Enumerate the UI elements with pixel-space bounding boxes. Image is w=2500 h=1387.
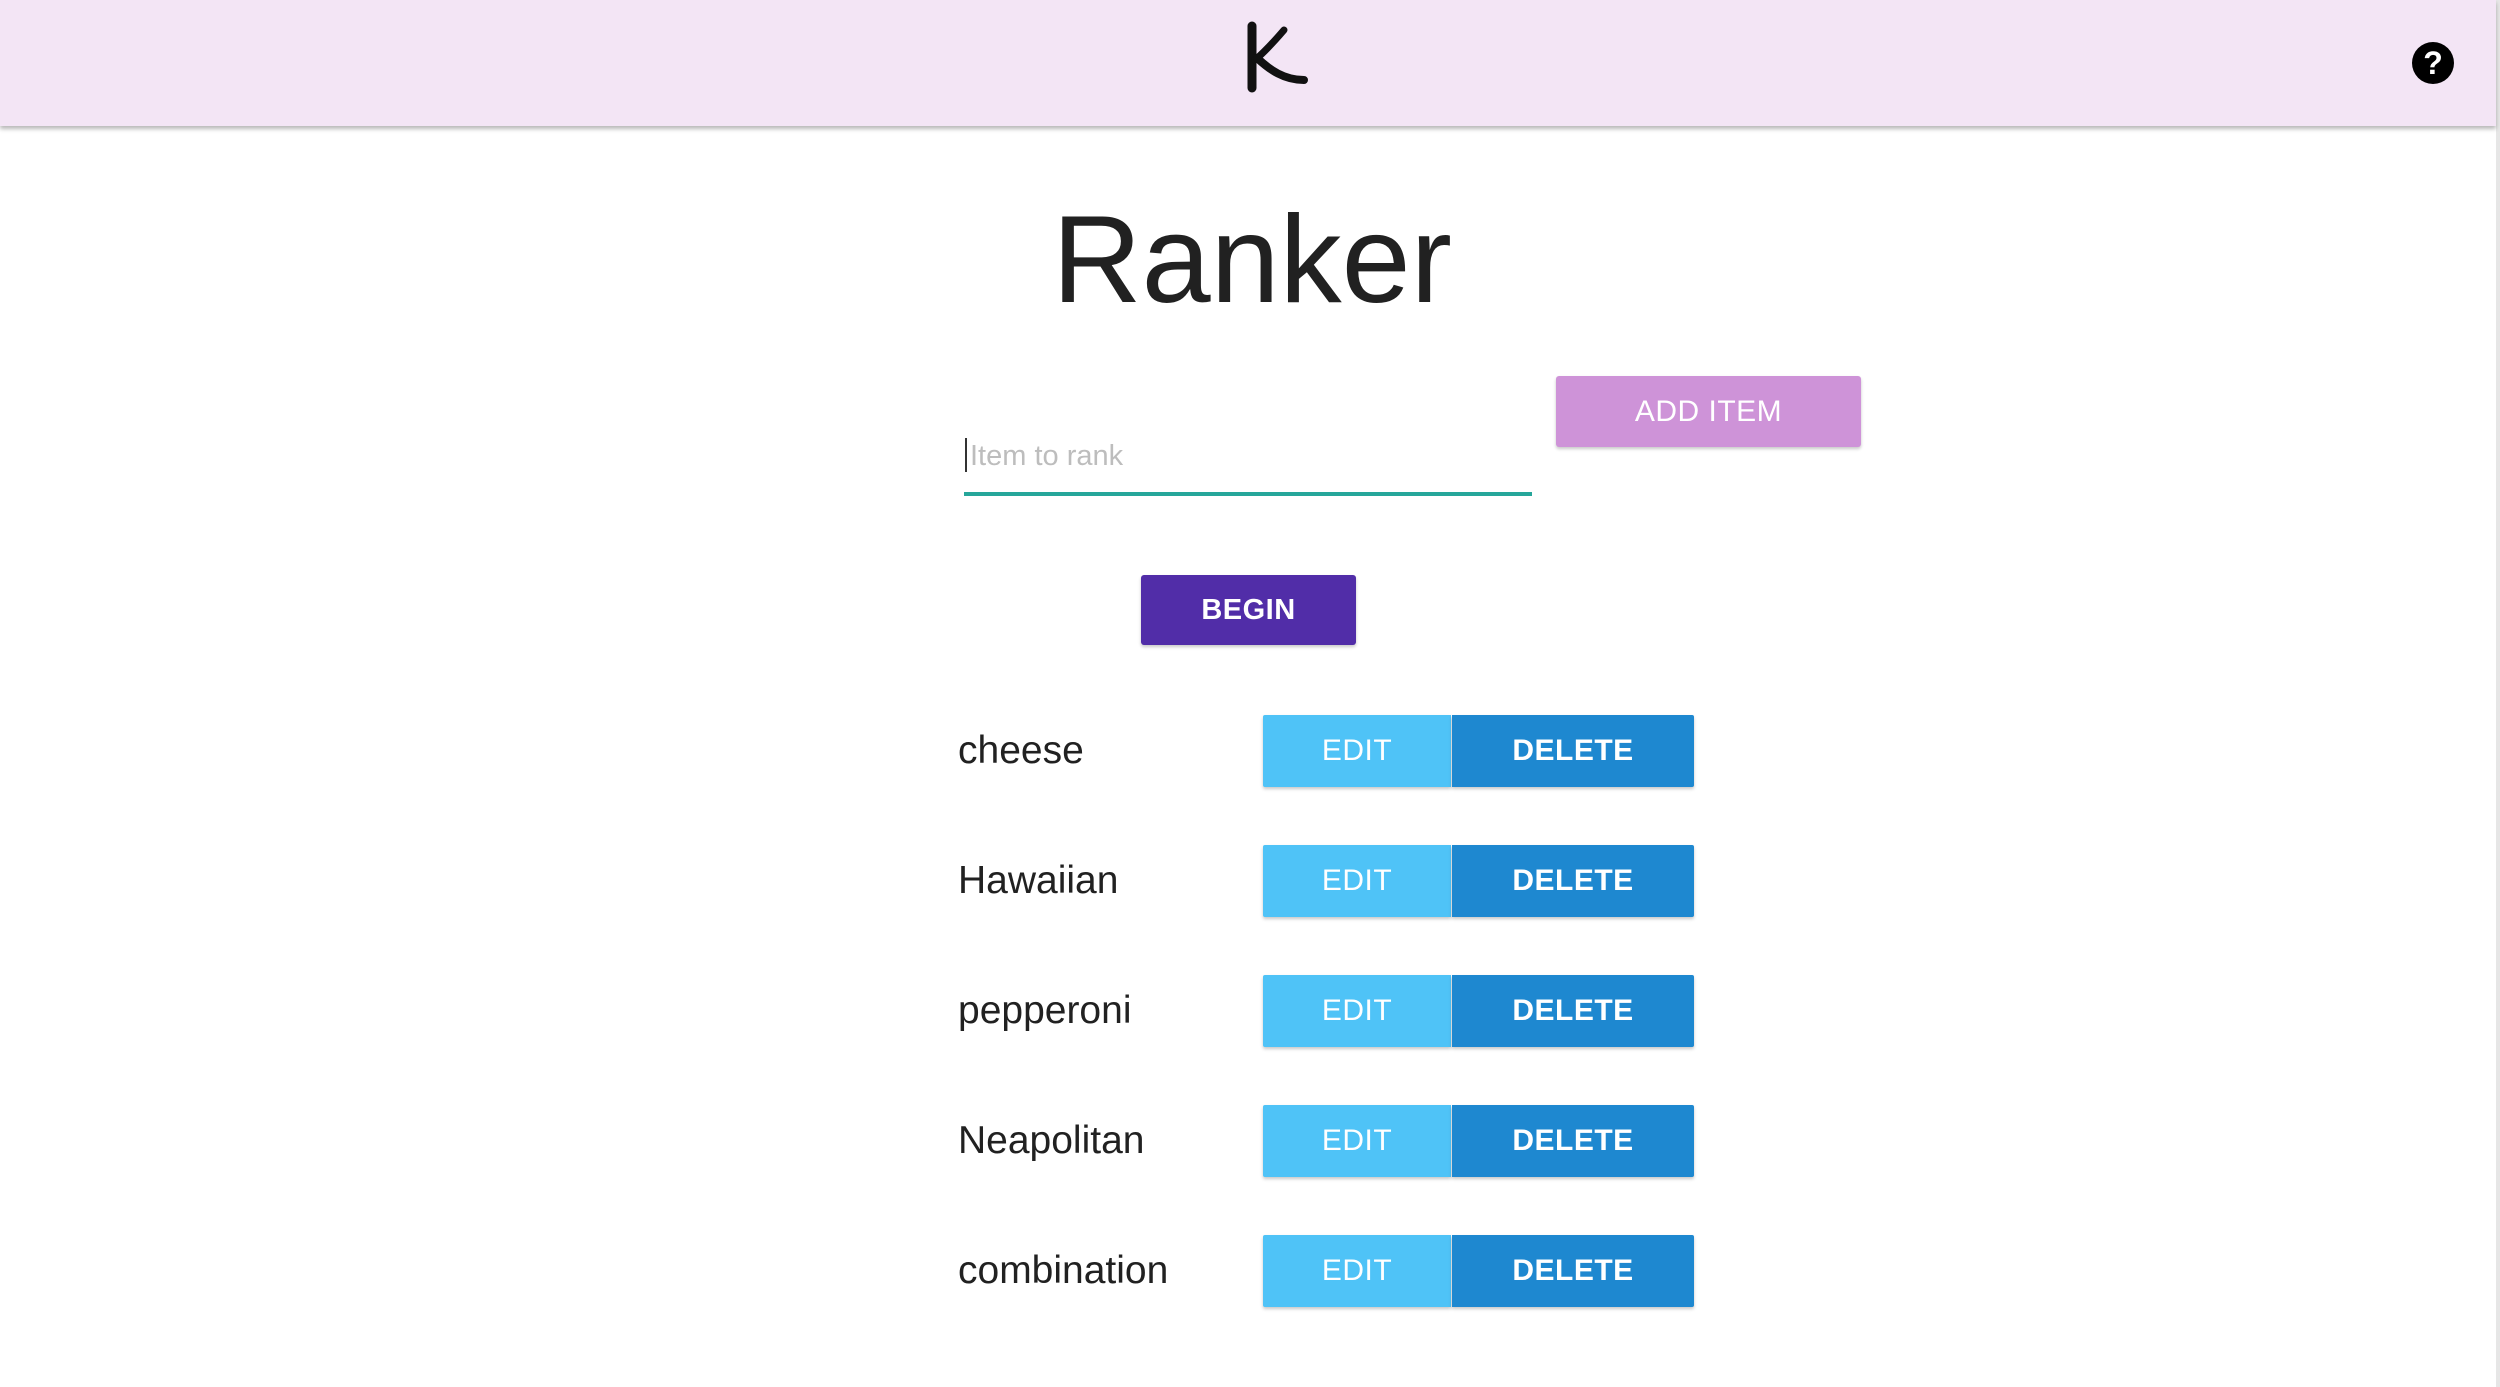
edit-button[interactable]: EDIT — [1263, 1105, 1451, 1177]
delete-button[interactable]: DELETE — [1452, 1235, 1694, 1307]
item-name: pepperoni — [958, 989, 1132, 1032]
k-logo-icon[interactable] — [1238, 18, 1318, 98]
list-item: pepperoni EDIT DELETE — [958, 975, 1698, 1047]
page-title: Ranker — [0, 180, 2500, 340]
delete-button[interactable]: DELETE — [1452, 715, 1694, 787]
item-to-rank-input[interactable] — [964, 420, 1532, 492]
text-caret — [965, 438, 967, 472]
item-input-field — [964, 420, 1532, 496]
list-item: cheese EDIT DELETE — [958, 715, 1698, 787]
edit-button[interactable]: EDIT — [1263, 845, 1451, 917]
item-name: cheese — [958, 729, 1084, 772]
edit-button[interactable]: EDIT — [1263, 1235, 1451, 1307]
list-item: Neapolitan EDIT DELETE — [958, 1105, 1698, 1177]
help-circle-icon[interactable]: ? — [2412, 42, 2454, 84]
delete-button[interactable]: DELETE — [1452, 1105, 1694, 1177]
edit-button[interactable]: EDIT — [1263, 715, 1451, 787]
page-title-text: Ranker — [1052, 191, 1452, 329]
input-underline — [964, 492, 1532, 496]
item-name: Hawaiian — [958, 859, 1119, 902]
delete-button[interactable]: DELETE — [1452, 845, 1694, 917]
delete-button[interactable]: DELETE — [1452, 975, 1694, 1047]
list-item: combination EDIT DELETE — [958, 1235, 1698, 1307]
item-name: combination — [958, 1249, 1169, 1292]
list-item: Hawaiian EDIT DELETE — [958, 845, 1698, 917]
page: ? Ranker ADD ITEM BEGIN cheese EDIT DELE… — [0, 0, 2500, 1387]
item-name: Neapolitan — [958, 1119, 1145, 1162]
add-item-button[interactable]: ADD ITEM — [1556, 376, 1861, 447]
edit-button[interactable]: EDIT — [1263, 975, 1451, 1047]
begin-button[interactable]: BEGIN — [1141, 575, 1356, 645]
app-bar: ? — [0, 0, 2496, 126]
